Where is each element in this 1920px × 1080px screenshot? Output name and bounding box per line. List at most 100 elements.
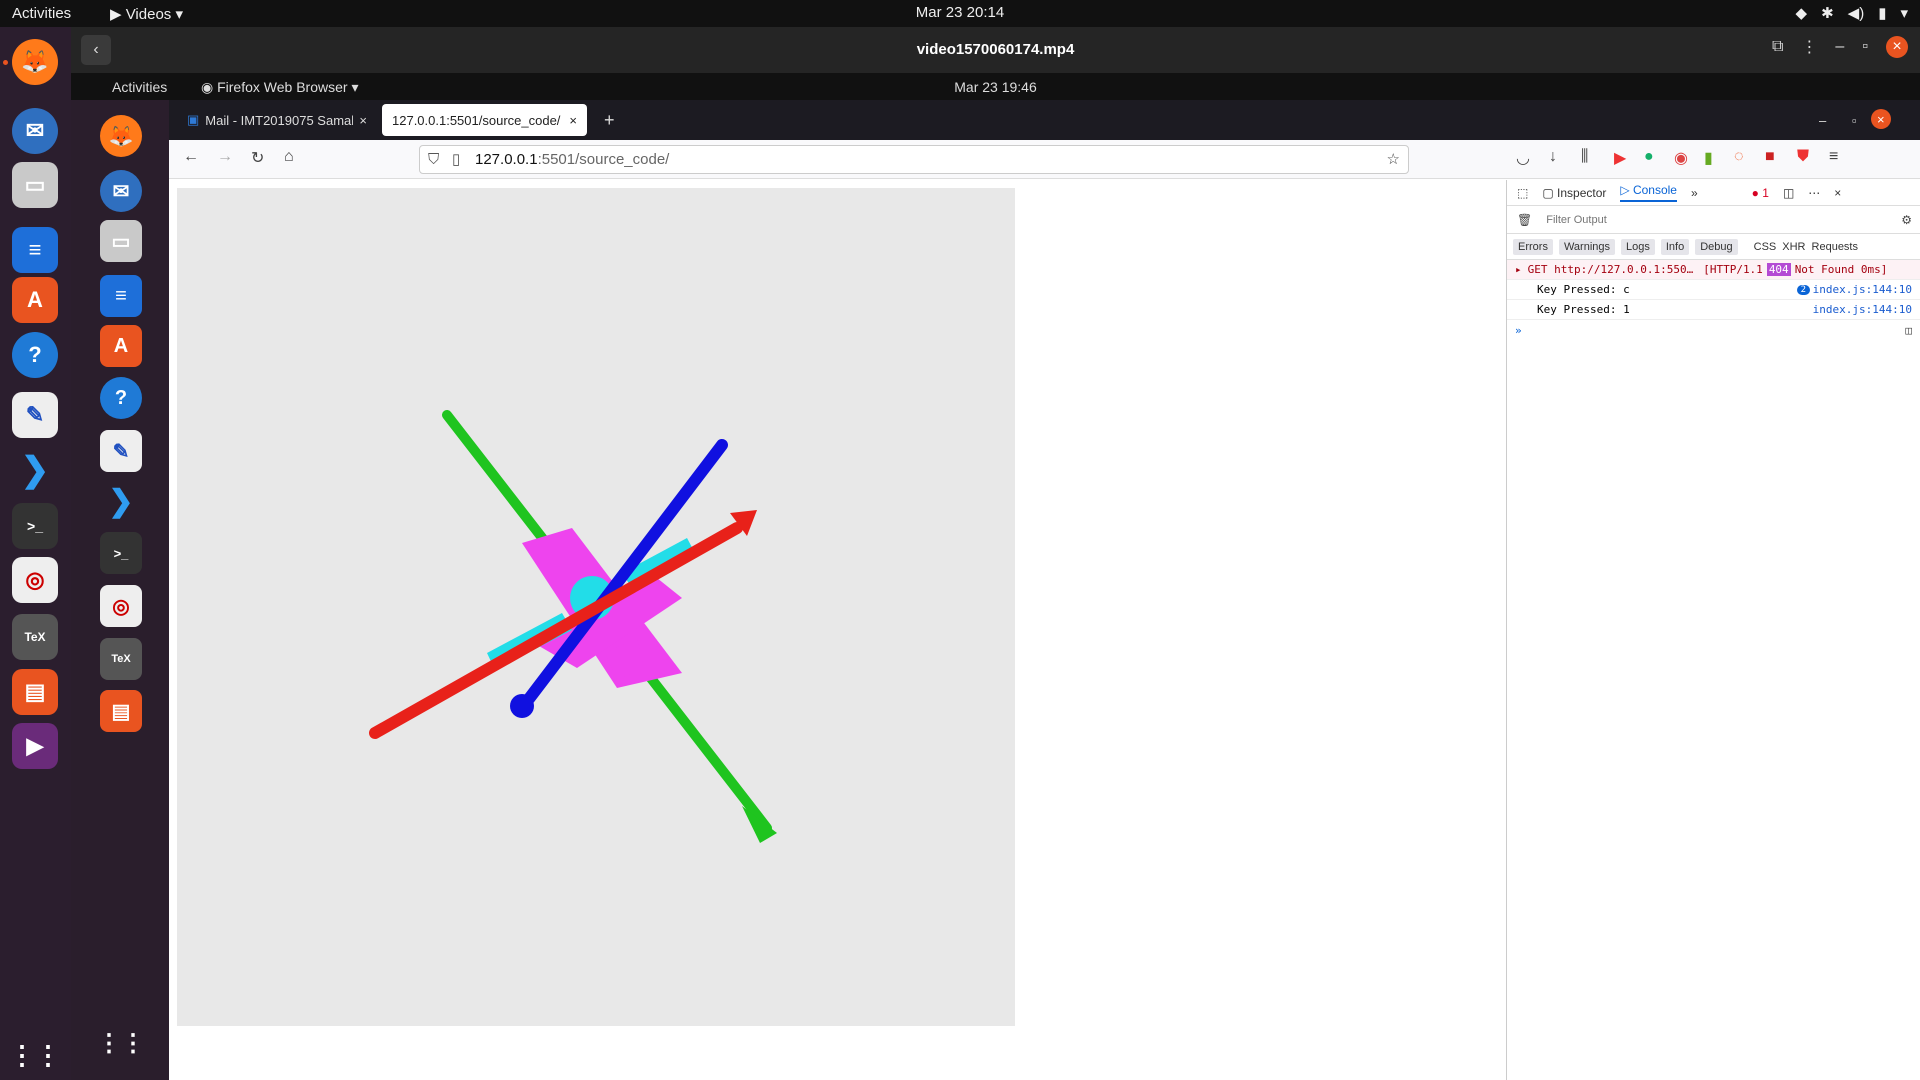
- close-devtools-icon[interactable]: ×: [1834, 186, 1841, 200]
- help-icon: ?: [100, 377, 142, 419]
- log-text: Key Pressed: 1: [1537, 303, 1630, 316]
- text-editor-icon[interactable]: ✎: [12, 392, 58, 438]
- clock[interactable]: Mar 23 20:14: [0, 4, 1920, 21]
- impress-icon: ▤: [100, 690, 142, 732]
- log-status: [HTTP/1.1: [1703, 263, 1763, 276]
- log-text: GET http://127.0.0.1:550…: [1527, 263, 1694, 276]
- apps-grid-icon[interactable]: ⋮⋮: [9, 1032, 61, 1078]
- log-row-error[interactable]: ▸ GET http://127.0.0.1:550… [HTTP/1.1 40…: [1507, 260, 1920, 280]
- expand-arrow-icon[interactable]: ▸: [1515, 263, 1522, 276]
- impress-icon[interactable]: ▤: [12, 669, 58, 715]
- filter-xhr[interactable]: XHR: [1782, 241, 1805, 253]
- firefox-icon: 🦊: [100, 115, 142, 157]
- library-icon[interactable]: ⫼: [1581, 148, 1588, 166]
- firefox-icon[interactable]: 🦊: [12, 39, 58, 85]
- filter-requests[interactable]: Requests: [1812, 241, 1858, 253]
- tab-source-code[interactable]: 127.0.0.1:5501/source_code/ ×: [382, 104, 587, 136]
- document-viewer-icon[interactable]: ◎: [12, 557, 58, 603]
- firefox-window: ▣ Mail - IMT2019075 Samak × 127.0.0.1:55…: [169, 100, 1920, 1080]
- settings-gear-icon[interactable]: ⚙: [1901, 213, 1912, 227]
- close-icon[interactable]: ×: [1886, 36, 1908, 58]
- colors-extension-icon[interactable]: ▮: [1704, 148, 1713, 168]
- wifi-icon: ◆: [1795, 5, 1808, 22]
- trash-icon[interactable]: 🗑: [1517, 213, 1532, 227]
- writer-icon[interactable]: ≡: [12, 227, 58, 273]
- bookmark-star-icon[interactable]: ☆: [1387, 146, 1400, 173]
- tab-mail[interactable]: ▣ Mail - IMT2019075 Samak ×: [177, 104, 377, 136]
- console-input[interactable]: » ◫: [1507, 320, 1920, 340]
- filter-logs[interactable]: Logs: [1621, 238, 1655, 255]
- filter-info[interactable]: Info: [1660, 238, 1690, 255]
- files-icon[interactable]: ▭: [12, 162, 58, 208]
- texmaker-icon[interactable]: TeX: [12, 614, 58, 660]
- split-console-icon[interactable]: ◫: [1905, 324, 1912, 337]
- texmaker-icon: TeX: [100, 638, 142, 680]
- options-icon[interactable]: ⋯: [1808, 186, 1820, 200]
- filter-errors[interactable]: Errors: [1513, 238, 1553, 255]
- minimize-icon[interactable]: –: [1809, 104, 1836, 136]
- filter-css[interactable]: CSS: [1754, 241, 1777, 253]
- pip-icon[interactable]: ⧉: [1772, 38, 1783, 56]
- dock-side-icon[interactable]: ◫: [1783, 186, 1794, 200]
- ublock-icon[interactable]: ⛊: [1797, 148, 1809, 166]
- error-badge[interactable]: ● 1: [1752, 186, 1769, 200]
- download-icon[interactable]: ↓: [1549, 148, 1557, 166]
- close-tab-icon[interactable]: ×: [359, 113, 367, 128]
- url-host: 127.0.0.1: [475, 151, 538, 168]
- filter-debug[interactable]: Debug: [1695, 238, 1738, 255]
- prompt-chevron-icon: »: [1515, 323, 1522, 337]
- log-text: Key Pressed: c: [1537, 283, 1630, 296]
- maximize-icon[interactable]: ▫: [1842, 104, 1867, 136]
- forward-arrow-icon[interactable]: →: [217, 148, 233, 166]
- close-icon[interactable]: ×: [1871, 109, 1891, 129]
- home-icon[interactable]: ⌂: [284, 148, 294, 166]
- running-indicator: [3, 60, 8, 65]
- pick-element-icon[interactable]: ⬚: [1517, 186, 1528, 200]
- url-bar[interactable]: ⛉ ▯ 127.0.0.1:5501/source_code/ ☆: [419, 145, 1409, 174]
- terminal-icon[interactable]: >_: [12, 503, 58, 549]
- page-content: [169, 180, 1506, 1080]
- back-arrow-icon[interactable]: ←: [183, 148, 199, 166]
- more-tools-icon[interactable]: »: [1691, 186, 1698, 200]
- log-source-link[interactable]: index.js:144:10: [1813, 303, 1912, 316]
- status-code-badge: 404: [1766, 263, 1791, 276]
- new-tab-button[interactable]: +: [594, 104, 625, 136]
- log-source-link[interactable]: index.js:144:10: [1813, 283, 1912, 296]
- filter-warnings[interactable]: Warnings: [1558, 238, 1616, 255]
- minimize-icon[interactable]: –: [1835, 38, 1844, 56]
- software-icon[interactable]: A: [12, 277, 58, 323]
- video-title: video1570060174.mp4: [916, 41, 1075, 58]
- filter-input[interactable]: [1544, 212, 1845, 227]
- extension-icon[interactable]: ◉: [1674, 148, 1688, 168]
- tab-inspector[interactable]: ▢ Inspector: [1542, 186, 1606, 200]
- maximize-icon[interactable]: ▫: [1862, 38, 1868, 56]
- menu-icon[interactable]: ⋮: [1801, 37, 1817, 57]
- help-icon[interactable]: ?: [12, 332, 58, 378]
- log-status-text: Not Found 0ms]: [1794, 263, 1888, 276]
- system-tray[interactable]: ◆ ✱ ◀) ▮ ▾: [1796, 4, 1908, 22]
- videos-icon[interactable]: ▶: [12, 723, 58, 769]
- webgl-canvas[interactable]: [177, 188, 1015, 1026]
- bluetooth-icon: ✱: [1821, 5, 1834, 22]
- hamburger-menu-icon[interactable]: ≡: [1829, 148, 1838, 166]
- video-frame[interactable]: Activities ◉ Firefox Web Browser ▾ Mar 2…: [71, 73, 1920, 1080]
- chevron-down-icon: ▾: [1900, 5, 1908, 22]
- devtools-panel: ⬚ ▢ Inspector ▷ Console » ● 1 ◫ ⋯ × 🗑 ⚙ …: [1506, 180, 1920, 1080]
- filter-bar: 🗑 ⚙: [1507, 206, 1920, 234]
- sync-extension-icon[interactable]: ◌: [1734, 148, 1744, 166]
- red-extension-icon[interactable]: ■: [1765, 148, 1775, 166]
- reload-icon[interactable]: ↻: [251, 148, 264, 168]
- grammarly-icon[interactable]: ●: [1644, 148, 1654, 166]
- youtube-extension-icon[interactable]: ▶: [1614, 148, 1626, 168]
- log-row[interactable]: Key Pressed: c 2 index.js:144:10: [1507, 280, 1920, 300]
- error-count: 1: [1762, 185, 1769, 200]
- thunderbird-icon[interactable]: ✉: [12, 108, 58, 154]
- tab-console[interactable]: ▷ Console: [1620, 183, 1677, 202]
- vscode-icon[interactable]: ❯: [12, 447, 58, 493]
- pocket-icon[interactable]: ◡: [1516, 148, 1530, 168]
- page-icon: ▯: [452, 151, 461, 168]
- nav-bar: ← → ↻ ⌂ ⛉ ▯ 127.0.0.1:5501/source_code/ …: [169, 140, 1920, 179]
- close-tab-icon[interactable]: ×: [569, 113, 577, 128]
- log-row[interactable]: Key Pressed: 1 index.js:144:10: [1507, 300, 1920, 320]
- z-axis-end: [510, 694, 534, 718]
